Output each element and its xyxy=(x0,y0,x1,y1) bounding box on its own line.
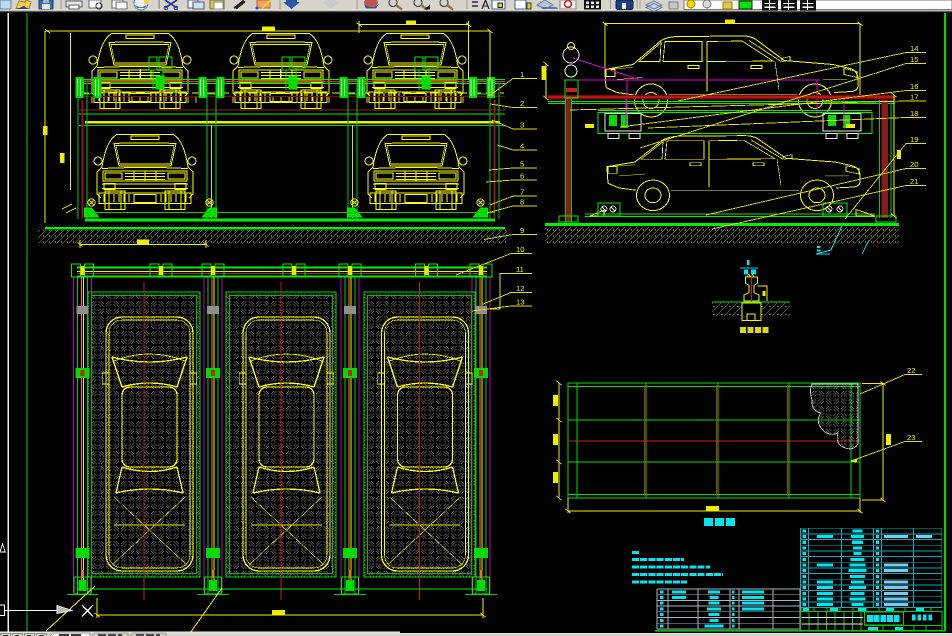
svg-text:15: 15 xyxy=(910,55,918,64)
svg-text:12: 12 xyxy=(516,284,524,293)
svg-text:20: 20 xyxy=(910,160,918,169)
svg-text:11: 11 xyxy=(516,265,524,274)
svg-text:21: 21 xyxy=(910,177,918,186)
svg-text:14: 14 xyxy=(910,44,918,53)
svg-text:17: 17 xyxy=(910,93,918,102)
svg-text:22: 22 xyxy=(907,366,915,375)
svg-text:13: 13 xyxy=(516,298,524,307)
svg-text:23: 23 xyxy=(907,433,915,442)
svg-text:19: 19 xyxy=(910,135,918,144)
svg-text:5: 5 xyxy=(520,160,524,169)
svg-text:2: 2 xyxy=(520,99,524,108)
svg-text:1: 1 xyxy=(520,70,524,79)
svg-text:3: 3 xyxy=(520,121,524,130)
svg-text:9: 9 xyxy=(520,226,524,235)
svg-text:8: 8 xyxy=(520,198,524,207)
svg-text:10: 10 xyxy=(516,245,524,254)
svg-text:18: 18 xyxy=(910,109,918,118)
svg-text:7: 7 xyxy=(520,188,524,197)
svg-text:16: 16 xyxy=(910,82,918,91)
svg-text:4: 4 xyxy=(520,142,524,151)
svg-text:6: 6 xyxy=(520,172,524,181)
